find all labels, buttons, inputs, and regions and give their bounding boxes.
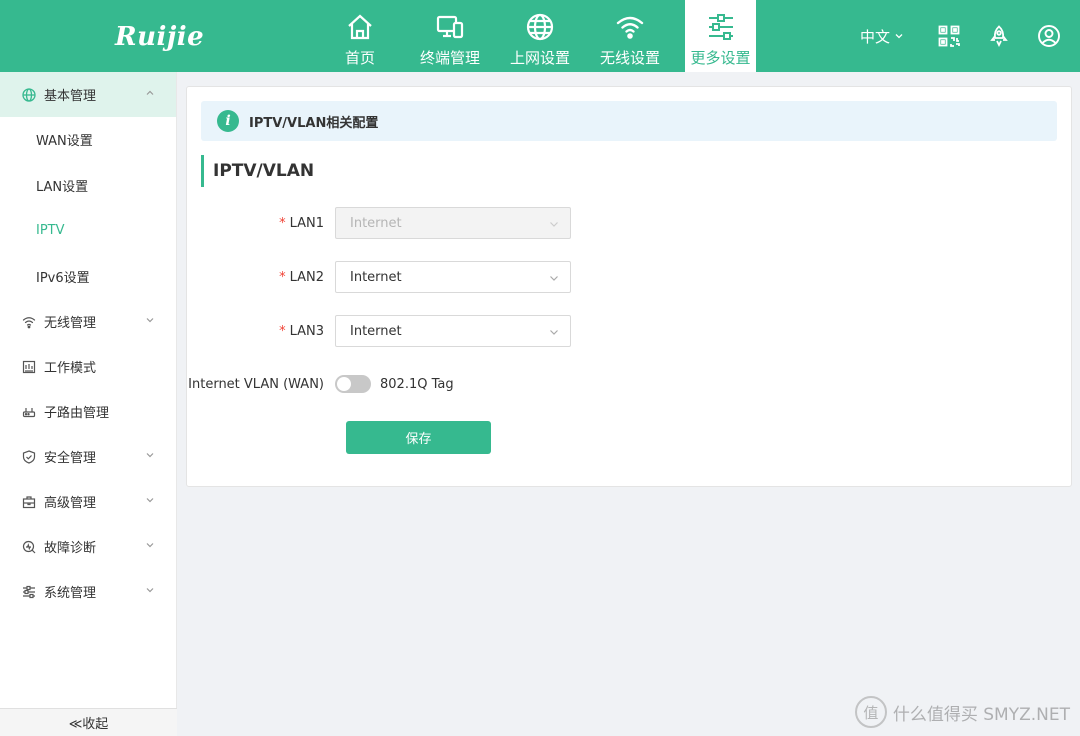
shield-icon (21, 449, 37, 465)
nav-devices[interactable]: 终端管理 (405, 0, 495, 72)
iptv-config-card: i IPTV/VLAN相关配置 IPTV/VLAN * LAN1 Internet… (186, 86, 1072, 487)
mode-icon (21, 359, 37, 375)
nav-more-settings[interactable]: 更多设置 (685, 0, 756, 72)
info-banner: i IPTV/VLAN相关配置 (201, 101, 1057, 141)
nav-wireless[interactable]: 无线设置 (585, 0, 675, 72)
top-header: Ruijie 首页 终端管理 上网设置 无线设置 更多设置 中文 (0, 0, 1080, 72)
chevron-down-icon (146, 543, 154, 548)
home-icon (344, 11, 376, 43)
form-row-vlan: Internet VLAN (WAN) 802.1Q Tag (187, 368, 454, 400)
diagnose-icon (21, 539, 37, 555)
wifi-icon (614, 11, 646, 43)
lan2-label: * LAN2 (279, 269, 324, 285)
watermark: 值 什么值得买 SMYZ.NET (854, 696, 1070, 728)
rocket-icon[interactable] (974, 0, 1024, 72)
nav-home[interactable]: 首页 (315, 0, 405, 72)
sidebar-group-wireless[interactable]: 无线管理 (0, 299, 176, 344)
sidebar-group-subrouter[interactable]: 子路由管理 (0, 389, 176, 434)
info-icon: i (217, 110, 239, 132)
toolbox-icon (21, 494, 37, 510)
vlan-label: Internet VLAN (WAN) (188, 376, 324, 392)
save-button[interactable]: 保存 (346, 421, 491, 454)
sidebar-item-iptv[interactable]: IPTV (0, 208, 176, 254)
qrcode-icon[interactable] (924, 0, 974, 72)
lan1-select[interactable]: Internet (335, 207, 571, 239)
vlan-tag-label: 802.1Q Tag (380, 376, 454, 392)
lan1-label: * LAN1 (279, 215, 324, 231)
sidebar-collapse-button[interactable]: ≪收起 (0, 708, 177, 736)
lan3-select[interactable]: Internet (335, 315, 571, 347)
user-icon[interactable] (1024, 0, 1074, 72)
chevron-up-icon (146, 90, 154, 95)
header-actions: 中文 (860, 0, 1080, 72)
lan3-label: * LAN3 (279, 323, 324, 339)
language-selector[interactable]: 中文 (860, 26, 904, 47)
sidebar-group-security[interactable]: 安全管理 (0, 434, 176, 479)
devices-icon (434, 11, 466, 43)
chevron-down-icon (550, 276, 558, 281)
lan2-select[interactable]: Internet (335, 261, 571, 293)
sidebar-item-lan[interactable]: LAN设置 (0, 163, 176, 209)
nav-internet[interactable]: 上网设置 (495, 0, 585, 72)
ruijie-logo[interactable]: Ruijie (115, 22, 204, 52)
form-row-lan3: * LAN3 Internet (187, 315, 571, 347)
wifi-icon (21, 314, 37, 330)
sidebar-group-basic[interactable]: 基本管理 (0, 72, 176, 117)
chevron-down-icon (146, 498, 154, 503)
section-title: IPTV/VLAN (201, 155, 314, 187)
chevron-down-icon (146, 588, 154, 593)
sidebar-group-diagnose[interactable]: 故障诊断 (0, 524, 176, 569)
watermark-badge: 值 (854, 696, 887, 728)
globe-icon (21, 87, 37, 103)
form-row-lan2: * LAN2 Internet (187, 261, 571, 293)
sidebar: 基本管理 WAN设置 LAN设置 IPTV IPv6设置 无线管理 工作模式 子… (0, 72, 177, 736)
main-nav: 首页 终端管理 上网设置 无线设置 更多设置 (315, 0, 756, 72)
sidebar-group-system[interactable]: 系统管理 (0, 569, 176, 614)
toggle-knob (337, 377, 351, 391)
chevron-down-icon (550, 222, 558, 227)
chevron-down-icon (146, 318, 154, 323)
globe-icon (524, 11, 556, 43)
chevron-down-icon (550, 330, 558, 335)
sidebar-group-advanced[interactable]: 高级管理 (0, 479, 176, 524)
sliders-icon (705, 11, 737, 43)
form-row-lan1: * LAN1 Internet (187, 207, 571, 239)
sidebar-item-wan[interactable]: WAN设置 (0, 117, 176, 163)
sidebar-group-mode[interactable]: 工作模式 (0, 344, 176, 389)
chevron-down-icon (895, 34, 903, 39)
router-icon (21, 404, 37, 420)
chevron-down-icon (146, 453, 154, 458)
sidebar-item-ipv6[interactable]: IPv6设置 (0, 254, 176, 300)
settings-icon (21, 584, 37, 600)
vlan-tag-toggle[interactable] (335, 375, 371, 393)
